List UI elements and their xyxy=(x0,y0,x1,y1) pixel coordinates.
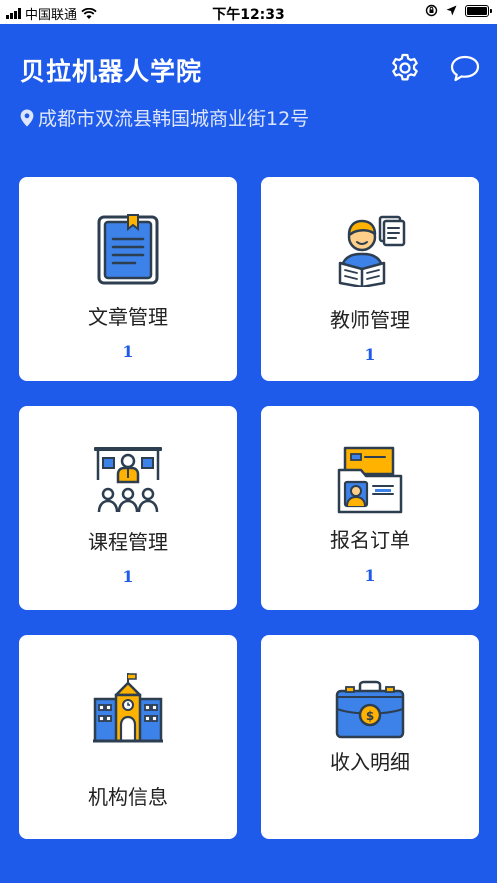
chat-bubble-icon[interactable] xyxy=(449,52,481,84)
card-article-management[interactable]: 文章管理 1 xyxy=(19,177,237,381)
card-count: 1 xyxy=(122,567,134,586)
card-icon-wrap xyxy=(261,211,479,287)
page-title: 贝拉机器人学院 xyxy=(20,57,203,86)
card-icon-wrap xyxy=(19,671,237,745)
address-text: 成都市双流县韩国城商业街12号 xyxy=(38,108,310,130)
card-course-management[interactable]: 课程管理 1 xyxy=(19,406,237,610)
address-row: 成都市双流县韩国城商业街12号 xyxy=(20,104,309,131)
card-label: 课程管理 xyxy=(88,530,168,554)
card-income-details[interactable]: $ 收入明细 xyxy=(261,635,479,839)
status-time: 下午12:33 xyxy=(212,7,285,23)
card-label: 机构信息 xyxy=(88,785,168,809)
classroom-icon xyxy=(94,447,162,513)
money-briefcase-icon: $ xyxy=(335,680,405,739)
card-icon-wrap xyxy=(19,213,237,287)
card-icon-wrap xyxy=(19,444,237,516)
card-label: 教师管理 xyxy=(330,308,410,332)
registration-folder-icon xyxy=(337,446,403,514)
gear-icon[interactable] xyxy=(389,52,421,84)
location-pin-icon xyxy=(20,109,34,126)
svg-text:$: $ xyxy=(366,709,374,723)
status-right xyxy=(425,4,492,17)
card-count: 1 xyxy=(122,342,134,361)
orientation-lock-icon xyxy=(425,4,438,17)
card-label: 报名订单 xyxy=(330,528,410,552)
card-label: 文章管理 xyxy=(88,305,168,329)
battery-icon xyxy=(465,4,492,17)
location-arrow-icon xyxy=(446,5,457,16)
status-bar: 中国联通 下午12:33 xyxy=(0,0,497,24)
school-building-icon xyxy=(93,673,163,743)
card-count: 1 xyxy=(364,566,376,585)
teacher-reading-icon xyxy=(338,215,406,287)
card-teacher-management[interactable]: 教师管理 1 xyxy=(261,177,479,381)
card-label: 收入明细 xyxy=(330,750,410,774)
card-icon-wrap: $ xyxy=(261,679,479,741)
card-registration-orders[interactable]: 报名订单 1 xyxy=(261,406,479,610)
main-content: 贝拉机器人学院 成都市双流县韩国城商业街12号 文章管理 1 教师管理 1 课程… xyxy=(0,24,497,883)
card-institution-info[interactable]: 机构信息 xyxy=(19,635,237,839)
card-icon-wrap xyxy=(261,444,479,516)
article-book-icon xyxy=(97,214,159,285)
card-count: 1 xyxy=(364,345,376,364)
